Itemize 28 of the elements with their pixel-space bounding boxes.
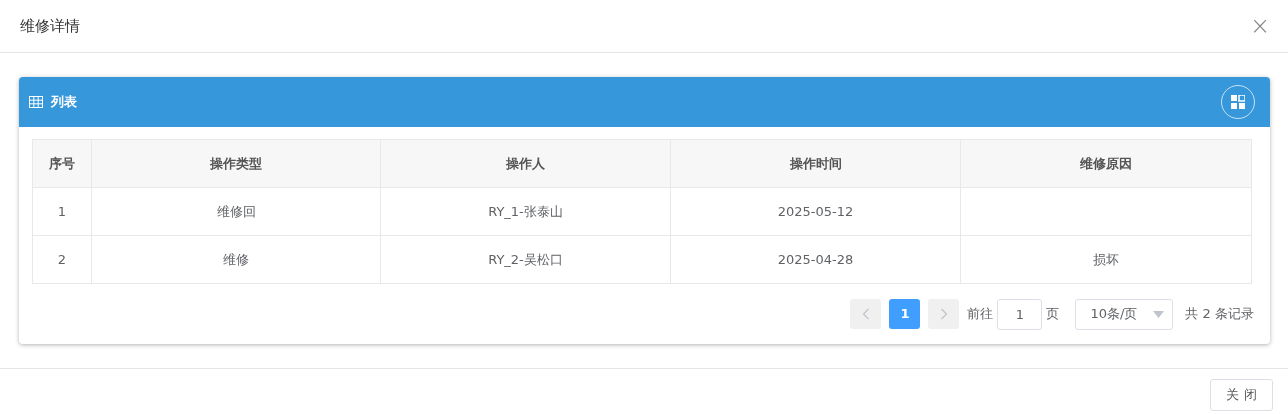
goto-label: 前往 xyxy=(967,305,994,324)
total-count: 共 2 条记录 xyxy=(1185,305,1254,324)
grid-icon xyxy=(1231,95,1245,109)
table-cell: RY_1-张泰山 xyxy=(380,187,671,236)
column-header: 序号 xyxy=(32,139,92,188)
column-header: 维修原因 xyxy=(960,139,1252,188)
table-cell: 1 xyxy=(32,187,92,236)
column-header: 操作类型 xyxy=(91,139,381,188)
close-button[interactable]: 关 闭 xyxy=(1210,379,1273,411)
column-header: 操作人 xyxy=(380,139,671,188)
table-cell: 2025-05-12 xyxy=(670,187,961,236)
dialog-title: 维修详情 xyxy=(20,15,80,37)
close-button[interactable]: × xyxy=(1245,14,1274,38)
page-size-select[interactable]: 10条/页 xyxy=(1075,298,1174,330)
table-cell: 维修 xyxy=(91,235,381,284)
page-input[interactable]: 1 xyxy=(997,298,1043,330)
dropdown-caret-icon xyxy=(1153,310,1165,318)
column-header: 操作时间 xyxy=(670,139,961,188)
table-cell: RY_2-吴松口 xyxy=(380,235,671,284)
chevron-right-icon xyxy=(939,308,948,320)
page-suffix: 页 xyxy=(1046,305,1060,324)
chevron-left-icon xyxy=(861,308,870,320)
table-cell: 损坏 xyxy=(960,235,1252,284)
table-cell: 维修回 xyxy=(91,187,381,236)
panel-title: 列表 xyxy=(51,93,77,112)
table-cell: 2 xyxy=(32,235,92,284)
table-icon xyxy=(29,96,43,108)
table-cell: 2025-04-28 xyxy=(670,235,961,284)
